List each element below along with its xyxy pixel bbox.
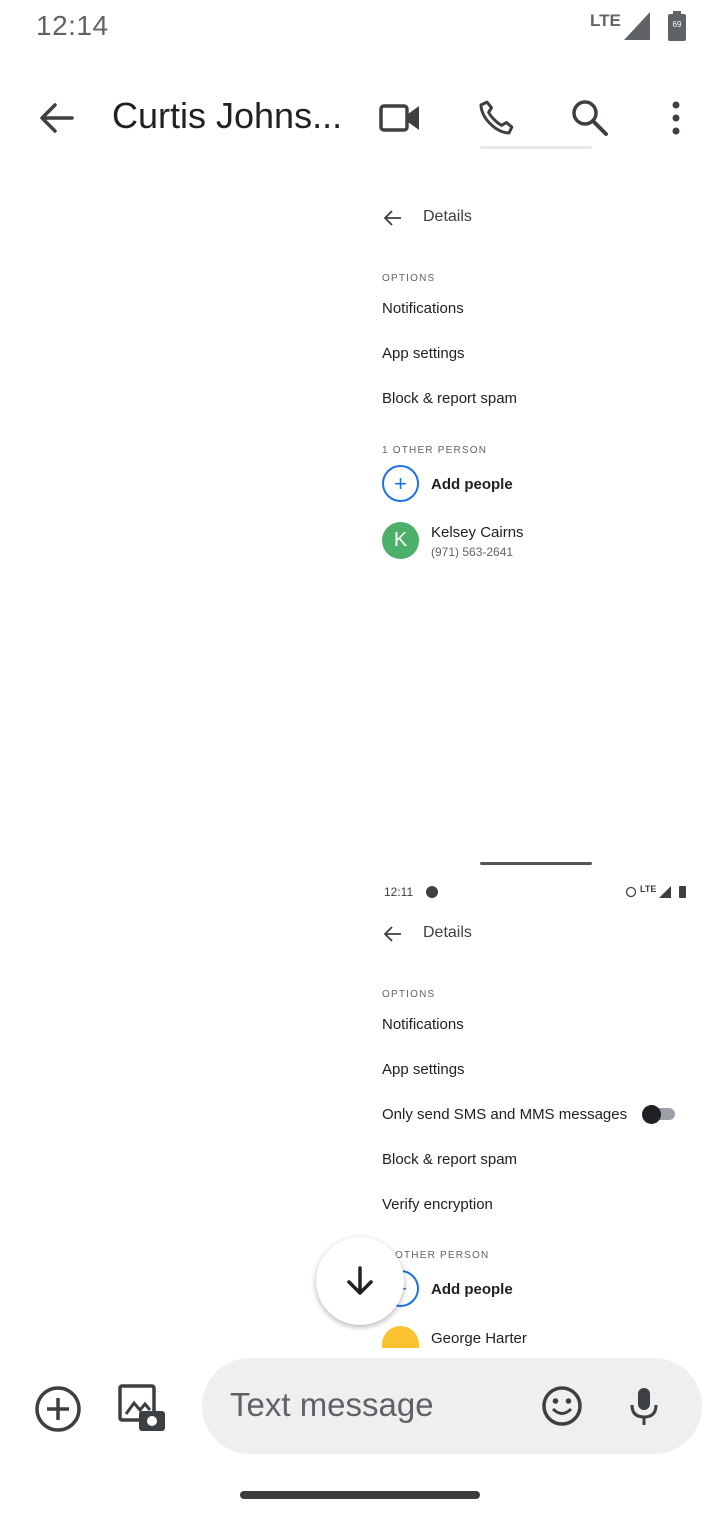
option-notifications: Notifications [382,300,464,317]
voice-call-button[interactable] [472,94,520,142]
option-verify-encryption: Verify encryption [382,1196,493,1213]
battery-level: 69 [672,20,682,29]
attach-more-button[interactable] [32,1383,84,1435]
embedded-status-time: 12:11 [384,885,414,899]
option-notifications: Notifications [382,1016,464,1033]
people-section-label: 1 OTHER PERSON [382,445,488,456]
voice-input-button[interactable] [620,1382,668,1430]
nav-handle-remnant [480,146,592,149]
alarm-icon [625,886,637,898]
arrow-down-icon [347,1266,373,1295]
battery-icon [679,886,686,898]
nav-handle [480,862,592,865]
option-block-spam: Block & report spam [382,390,518,407]
option-sms-only: Only send SMS and MMS messages [382,1106,628,1123]
people-section-label: OTHER PERSON [395,1250,490,1261]
add-circle-icon [35,1386,81,1432]
search-icon [572,100,608,136]
sms-only-toggle-thumb [642,1105,661,1124]
microphone-icon [630,1388,658,1425]
back-arrow-icon [384,210,401,226]
gesture-nav-handle[interactable] [240,1491,480,1499]
search-button[interactable] [566,94,614,142]
option-app-settings: App settings [382,1061,465,1078]
gallery-camera-icon [118,1384,165,1431]
scroll-to-bottom-button[interactable] [316,1237,404,1325]
more-options-button[interactable] [652,94,700,142]
emoji-icon [542,1386,582,1426]
contact-avatar: K [382,522,419,559]
back-button[interactable] [32,94,80,142]
add-people-label: Add people [431,476,513,493]
contact-name: Kelsey Cairns [431,524,524,541]
video-call-button[interactable] [376,94,424,142]
add-people-label: Add people [431,1281,513,1298]
image-attachment-1[interactable]: Details OPTIONS Notifications App settin… [370,146,690,596]
image-attachment-2[interactable]: 12:11 LTE Details OPTIONS Notifications … [370,858,690,1348]
spotify-icon [426,886,438,898]
signal-icon [659,886,671,898]
details-header: Details [423,924,472,941]
options-section-label: OPTIONS [382,273,436,284]
network-type: LTE [590,11,621,30]
conversation-title: Curtis Johns... [112,95,343,136]
add-icon: + [382,465,419,502]
details-header: Details [423,208,472,225]
contact-name: George Harter [431,1330,527,1347]
back-arrow-icon [384,926,401,942]
more-vert-icon [672,101,680,135]
video-camera-icon [379,104,419,132]
status-time: 12:14 [36,10,109,41]
phone-icon [479,100,514,135]
embedded-network-type: LTE [640,884,657,894]
back-arrow-icon [40,103,74,133]
emoji-button[interactable] [538,1382,586,1430]
option-block-spam: Block & report spam [382,1151,518,1168]
gallery-camera-button[interactable] [116,1382,168,1434]
message-input[interactable]: Text message [230,1386,434,1424]
options-section-label: OPTIONS [382,989,436,1000]
contact-avatar [382,1326,419,1348]
contact-phone: (971) 563-2641 [431,545,514,559]
option-app-settings: App settings [382,345,465,362]
signal-icon [624,12,650,40]
